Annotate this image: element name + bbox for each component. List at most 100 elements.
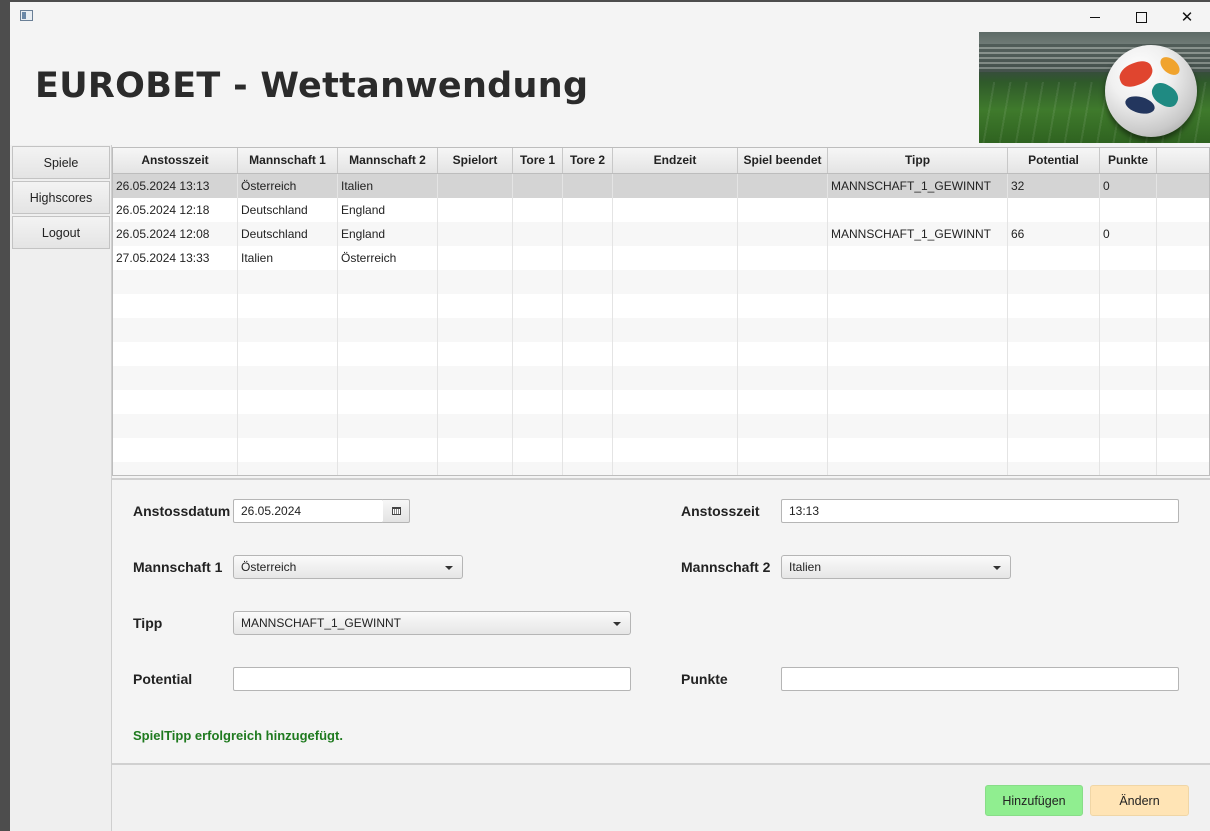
header-col-mannschaft1[interactable]: Mannschaft 1 xyxy=(238,148,338,173)
table-row-empty[interactable] xyxy=(113,270,1209,294)
table-cell xyxy=(613,198,738,222)
table-row[interactable]: 27.05.2024 13:33 Italien Österreich xyxy=(113,246,1209,270)
table-cell xyxy=(738,414,828,438)
table-cell xyxy=(613,294,738,318)
table-cell xyxy=(438,318,513,342)
table-cell xyxy=(238,438,338,462)
table-cell xyxy=(113,366,238,390)
mannschaft2-select[interactable]: Italien xyxy=(781,555,1011,579)
table-cell xyxy=(563,438,613,462)
header-col-punkte[interactable]: Punkte xyxy=(1100,148,1157,173)
header-col-potential[interactable]: Potential xyxy=(1008,148,1100,173)
potential-field[interactable] xyxy=(233,667,631,691)
table-row-empty[interactable] xyxy=(113,414,1209,438)
mannschaft1-select[interactable]: Österreich xyxy=(233,555,463,579)
edit-button[interactable]: Ändern xyxy=(1090,785,1189,816)
anstosszeit-label: Anstosszeit xyxy=(681,503,760,519)
table-row-empty[interactable] xyxy=(113,294,1209,318)
table-row-empty[interactable] xyxy=(113,438,1209,462)
table-row-empty[interactable] xyxy=(113,342,1209,366)
table-cell xyxy=(338,366,438,390)
table-cell xyxy=(563,366,613,390)
table-cell xyxy=(513,414,563,438)
table-row-empty[interactable] xyxy=(113,366,1209,390)
header-col-anstosszeit[interactable]: Anstosszeit xyxy=(113,148,238,173)
games-table[interactable]: Anstosszeit Mannschaft 1 Mannschaft 2 Spiel… xyxy=(112,147,1210,476)
table-cell: 0 xyxy=(1100,222,1157,246)
table-cell: 66 xyxy=(1008,222,1100,246)
header-col-endzeit[interactable]: Endzeit xyxy=(613,148,738,173)
table-cell xyxy=(828,318,1008,342)
table-cell xyxy=(238,270,338,294)
table-cell xyxy=(828,414,1008,438)
table-cell xyxy=(1008,342,1100,366)
table-row[interactable]: 26.05.2024 13:13 Österreich Italien MANNSCH… xyxy=(113,174,1209,198)
table-cell xyxy=(563,222,613,246)
close-button[interactable]: ✕ xyxy=(1164,2,1210,32)
date-picker-button[interactable] xyxy=(383,499,410,523)
table-cell xyxy=(238,342,338,366)
table-cell xyxy=(1100,318,1157,342)
table-cell xyxy=(1100,246,1157,270)
header-col-tipp[interactable]: Tipp xyxy=(828,148,1008,173)
table-cell xyxy=(338,438,438,462)
sidebar-item-logout[interactable]: Logout xyxy=(12,216,110,249)
table-row-empty[interactable] xyxy=(113,390,1209,414)
header-stadium-image xyxy=(979,32,1210,143)
table-cell xyxy=(1157,390,1209,414)
sidebar-item-spiele[interactable]: Spiele xyxy=(12,146,110,179)
header-col-spiel-beendet[interactable]: Spiel beendet xyxy=(738,148,828,173)
table-cell: 26.05.2024 12:08 xyxy=(113,222,238,246)
table-cell xyxy=(438,294,513,318)
table-cell xyxy=(613,366,738,390)
table-cell xyxy=(1100,270,1157,294)
table-cell xyxy=(1008,246,1100,270)
table-cell xyxy=(563,318,613,342)
table-row-empty[interactable] xyxy=(113,318,1209,342)
table-row[interactable]: 26.05.2024 12:18 Deutschland England xyxy=(113,198,1209,222)
anstossdatum-field[interactable]: 26.05.2024 xyxy=(233,499,384,523)
table-cell xyxy=(738,174,828,198)
tipp-select[interactable]: MANNSCHAFT_1_GEWINNT xyxy=(233,611,631,635)
table-cell xyxy=(613,270,738,294)
header-col-tore2[interactable]: Tore 2 xyxy=(563,148,613,173)
table-cell xyxy=(1100,342,1157,366)
table-cell xyxy=(1157,198,1209,222)
header-col-tore1[interactable]: Tore 1 xyxy=(513,148,563,173)
table-cell xyxy=(513,462,563,475)
header-col-spielort[interactable]: Spielort xyxy=(438,148,513,173)
table-cell xyxy=(613,174,738,198)
add-button[interactable]: Hinzufügen xyxy=(985,785,1083,816)
table-row[interactable]: 26.05.2024 12:08 Deutschland England MANNSC… xyxy=(113,222,1209,246)
maximize-button[interactable] xyxy=(1118,2,1164,32)
app-icon xyxy=(20,10,33,21)
table-cell xyxy=(1100,390,1157,414)
table-cell xyxy=(438,414,513,438)
table-cell xyxy=(513,174,563,198)
table-header: Anstosszeit Mannschaft 1 Mannschaft 2 Spiel… xyxy=(113,148,1209,174)
table-cell xyxy=(113,462,238,475)
table-cell xyxy=(738,270,828,294)
table-cell xyxy=(513,222,563,246)
header-col-mannschaft2[interactable]: Mannschaft 2 xyxy=(338,148,438,173)
table-cell xyxy=(438,342,513,366)
anstosszeit-field[interactable]: 13:13 xyxy=(781,499,1179,523)
table-cell xyxy=(438,366,513,390)
mannschaft1-selected-value: Österreich xyxy=(241,560,297,574)
table-cell xyxy=(613,462,738,475)
table-cell: MANNSCHAFT_1_GEWINNT xyxy=(828,222,1008,246)
sidebar-item-highscores[interactable]: Highscores xyxy=(12,181,110,214)
calendar-icon xyxy=(391,507,401,515)
table-cell: Italien xyxy=(238,246,338,270)
table-cell: Österreich xyxy=(338,246,438,270)
table-cell: England xyxy=(338,222,438,246)
table-cell: Italien xyxy=(338,174,438,198)
table-cell xyxy=(613,246,738,270)
table-cell xyxy=(1157,294,1209,318)
punkte-field[interactable] xyxy=(781,667,1179,691)
table-cell xyxy=(238,414,338,438)
table-row-empty[interactable] xyxy=(113,462,1209,475)
minimize-button[interactable] xyxy=(1072,2,1118,32)
sidebar: Spiele Highscores Logout xyxy=(10,145,112,831)
close-icon: ✕ xyxy=(1180,8,1194,26)
